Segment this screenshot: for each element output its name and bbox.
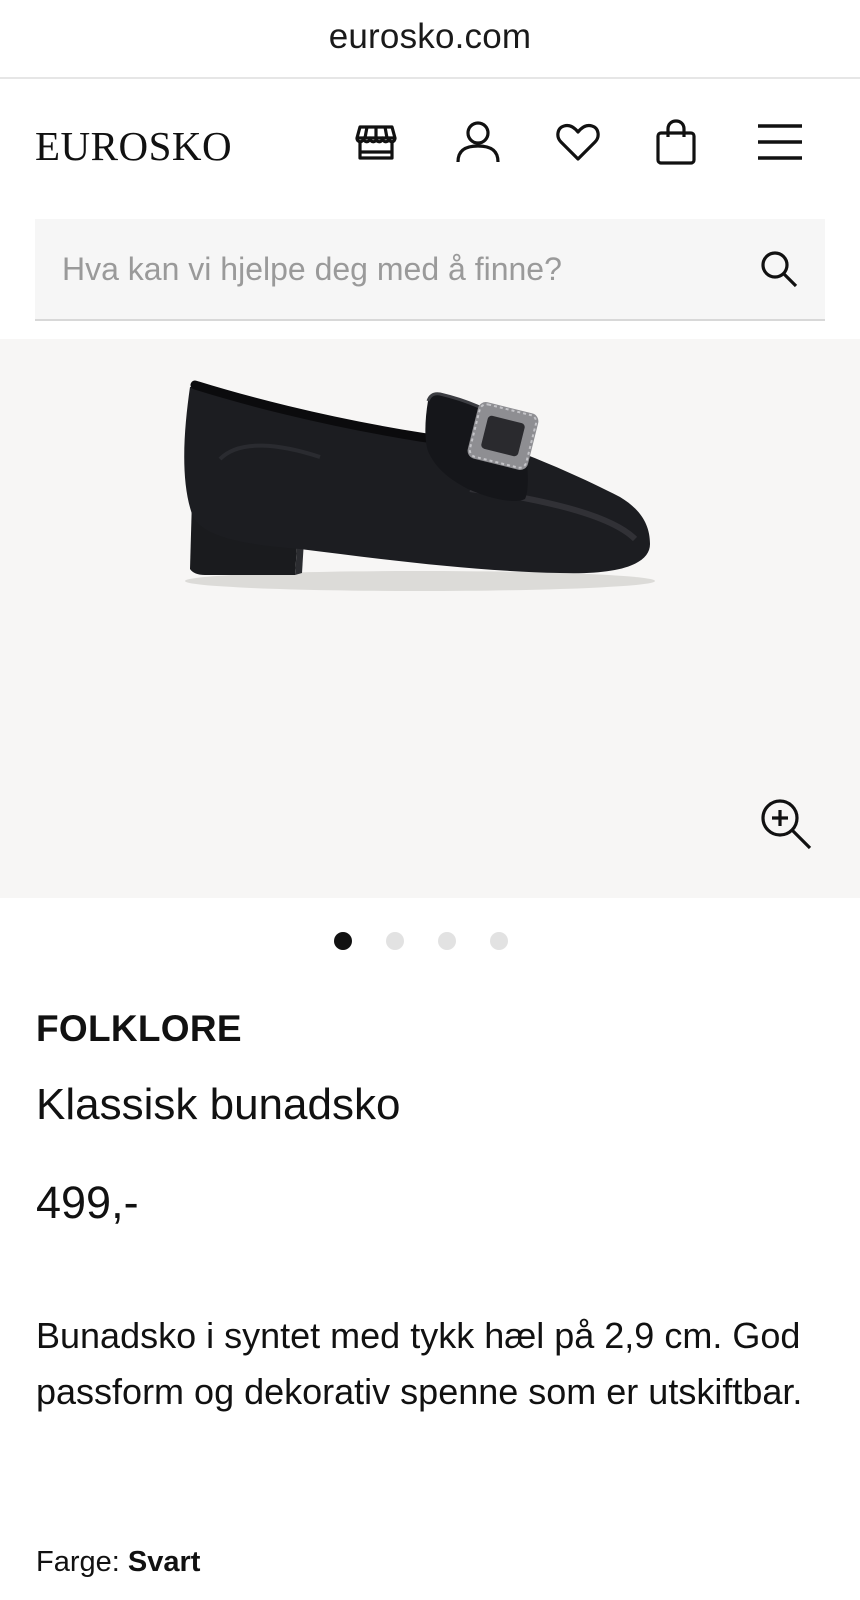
carousel-dot-2[interactable] bbox=[386, 932, 404, 950]
url-text: eurosko.com bbox=[328, 16, 532, 56]
hamburger-menu-icon[interactable] bbox=[754, 116, 806, 168]
color-label: Farge: bbox=[36, 1546, 128, 1578]
product-price: 499,- bbox=[36, 1177, 139, 1228]
zoom-in-icon[interactable] bbox=[758, 796, 814, 852]
account-icon[interactable] bbox=[452, 116, 504, 168]
search-icon[interactable] bbox=[759, 249, 799, 289]
shopping-bag-icon[interactable] bbox=[650, 116, 702, 168]
site-header: EUROSKO bbox=[0, 79, 860, 209]
site-logo[interactable]: EUROSKO bbox=[35, 122, 232, 170]
search-input[interactable] bbox=[35, 219, 735, 319]
wishlist-heart-icon[interactable] bbox=[552, 116, 604, 168]
product-description: Bunadsko i syntet med tykk hæl på 2,9 cm… bbox=[36, 1315, 803, 1412]
product-image[interactable] bbox=[0, 339, 860, 898]
carousel-dot-4[interactable] bbox=[490, 932, 508, 950]
carousel-dot-3[interactable] bbox=[438, 932, 456, 950]
product-color: Farge: Svart bbox=[36, 1546, 200, 1579]
color-value: Svart bbox=[127, 1546, 201, 1578]
product-brand[interactable]: FOLKLORE bbox=[36, 1008, 242, 1050]
product-image-gallery[interactable] bbox=[0, 339, 860, 898]
search-bar bbox=[35, 219, 825, 321]
carousel-dot-1[interactable] bbox=[334, 932, 352, 950]
carousel-indicator bbox=[0, 932, 860, 952]
product-name: Klassisk bunadsko bbox=[36, 1080, 401, 1129]
browser-url-bar[interactable]: eurosko.com bbox=[0, 0, 860, 79]
store-icon[interactable] bbox=[350, 116, 402, 168]
